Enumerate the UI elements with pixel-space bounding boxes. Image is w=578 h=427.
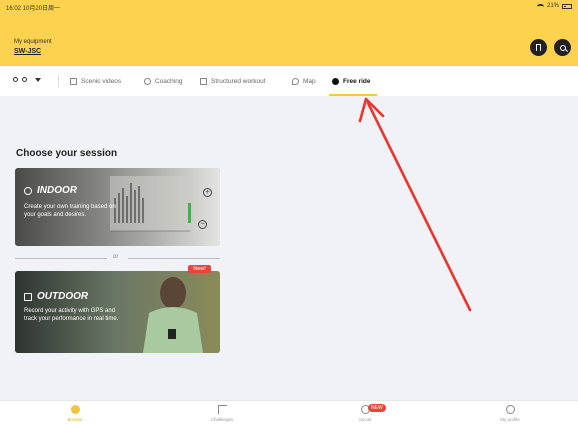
bookmark-button[interactable] — [530, 39, 547, 56]
browse-icon — [70, 405, 80, 414]
indoor-card-title: INDOOR — [24, 185, 77, 196]
outdoor-card-title: OUTDOOR — [24, 291, 88, 302]
battery-percent: 21% — [546, 3, 559, 9]
bike-icon — [13, 77, 18, 82]
zoom-out-icon: − — [198, 220, 207, 229]
nav-social[interactable]: Social — [335, 405, 395, 422]
new-badge: NEW — [368, 404, 386, 412]
tab-free-ride[interactable]: Free ride — [332, 74, 370, 88]
tab-structured-workout[interactable]: Structured workout — [200, 74, 266, 88]
status-indicators: 21% — [536, 3, 572, 9]
tab-label: Coaching — [155, 77, 183, 85]
nav-label: Social — [358, 417, 372, 422]
equipment-selector[interactable]: SW-JSC — [14, 48, 41, 55]
or-separator: or — [113, 254, 119, 260]
stopwatch-icon — [24, 186, 32, 195]
map-icon — [24, 292, 32, 301]
flag-icon — [217, 405, 227, 414]
nav-profile[interactable]: My profile — [480, 405, 540, 422]
status-time: 16:02 10月20日周一 — [6, 6, 61, 12]
bottom-navigation: Browse Challenges Social My profile — [0, 400, 578, 427]
chevron-down-icon — [35, 77, 41, 82]
category-tab-bar: Scenic videos Coaching Structured workou… — [0, 66, 578, 96]
bookmark-icon — [536, 44, 541, 51]
divider — [15, 258, 107, 259]
search-button[interactable] — [554, 39, 571, 56]
indoor-card-description: Create your own training based on your g… — [24, 204, 116, 218]
profile-icon — [505, 405, 515, 414]
equipment-label: My equipment — [14, 39, 52, 45]
outdoor-title-text: OUTDOOR — [37, 291, 89, 302]
battery-icon — [562, 3, 572, 9]
tab-coaching[interactable]: Coaching — [144, 74, 182, 88]
bike-wheel-icon — [22, 77, 27, 82]
tab-map[interactable]: Map — [292, 74, 316, 88]
map-icon — [292, 77, 299, 85]
zoom-in-icon: + — [203, 188, 212, 197]
tab-label: Scenic videos — [81, 77, 122, 85]
wifi-icon — [536, 3, 544, 9]
tab-label: Structured workout — [211, 77, 266, 85]
nav-label: My profile — [500, 417, 520, 422]
indoor-title-text: INDOOR — [37, 185, 77, 196]
tab-label: Free ride — [343, 77, 371, 85]
tab-label: Map — [303, 77, 316, 85]
nav-browse[interactable]: Browse — [45, 405, 105, 422]
coaching-icon — [144, 77, 151, 85]
stopwatch-icon — [332, 77, 339, 85]
bike-type-selector[interactable] — [13, 77, 41, 82]
outdoor-session-card[interactable]: OUTDOOR Record your activity with GPS an… — [15, 271, 220, 353]
tab-scenic-videos[interactable]: Scenic videos — [70, 74, 121, 88]
divider — [128, 258, 220, 259]
chart-icon — [200, 77, 207, 85]
nav-label: Challenges — [210, 417, 234, 422]
indoor-session-card[interactable]: + − INDOOR Create your own training base… — [15, 168, 220, 246]
app-header: 16:02 10月20日周一 21% My equipment SW-JSC — [0, 0, 578, 66]
new-badge: New! — [188, 265, 211, 273]
nav-label: Browse — [67, 417, 83, 422]
video-icon — [70, 77, 77, 85]
active-tab-indicator — [329, 94, 377, 96]
outdoor-card-description: Record your activity with GPS and track … — [24, 308, 119, 322]
nav-challenges[interactable]: Challenges — [192, 405, 252, 422]
section-title: Choose your session — [16, 148, 118, 159]
divider — [58, 75, 59, 87]
search-icon — [559, 44, 566, 51]
